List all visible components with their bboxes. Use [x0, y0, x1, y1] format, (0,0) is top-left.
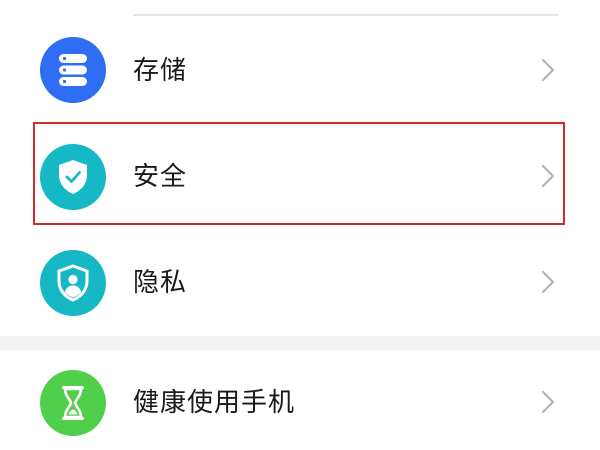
section-divider [0, 336, 600, 350]
chevron-right-icon [541, 390, 555, 414]
settings-item-label: 隐私 [133, 268, 188, 298]
top-divider [133, 14, 559, 16]
settings-item-label: 安全 [133, 162, 188, 192]
shield-check-icon [40, 144, 106, 210]
privacy-shield-user-icon [40, 250, 106, 316]
chevron-right-icon [541, 270, 555, 294]
chevron-right-icon [541, 164, 555, 188]
settings-item-digital-balance[interactable]: 健康使用手机 [0, 350, 600, 450]
hourglass-icon [40, 370, 106, 436]
storage-icon [40, 37, 106, 103]
settings-item-label: 存储 [133, 56, 188, 86]
settings-item-storage[interactable]: 存储 [0, 18, 600, 124]
settings-screen: 存储 安全 隐私 健康使用手机 [0, 0, 600, 450]
settings-item-security[interactable]: 安全 [0, 124, 600, 230]
settings-item-label: 健康使用手机 [133, 388, 296, 418]
settings-item-privacy[interactable]: 隐私 [0, 230, 600, 336]
chevron-right-icon [541, 58, 555, 82]
